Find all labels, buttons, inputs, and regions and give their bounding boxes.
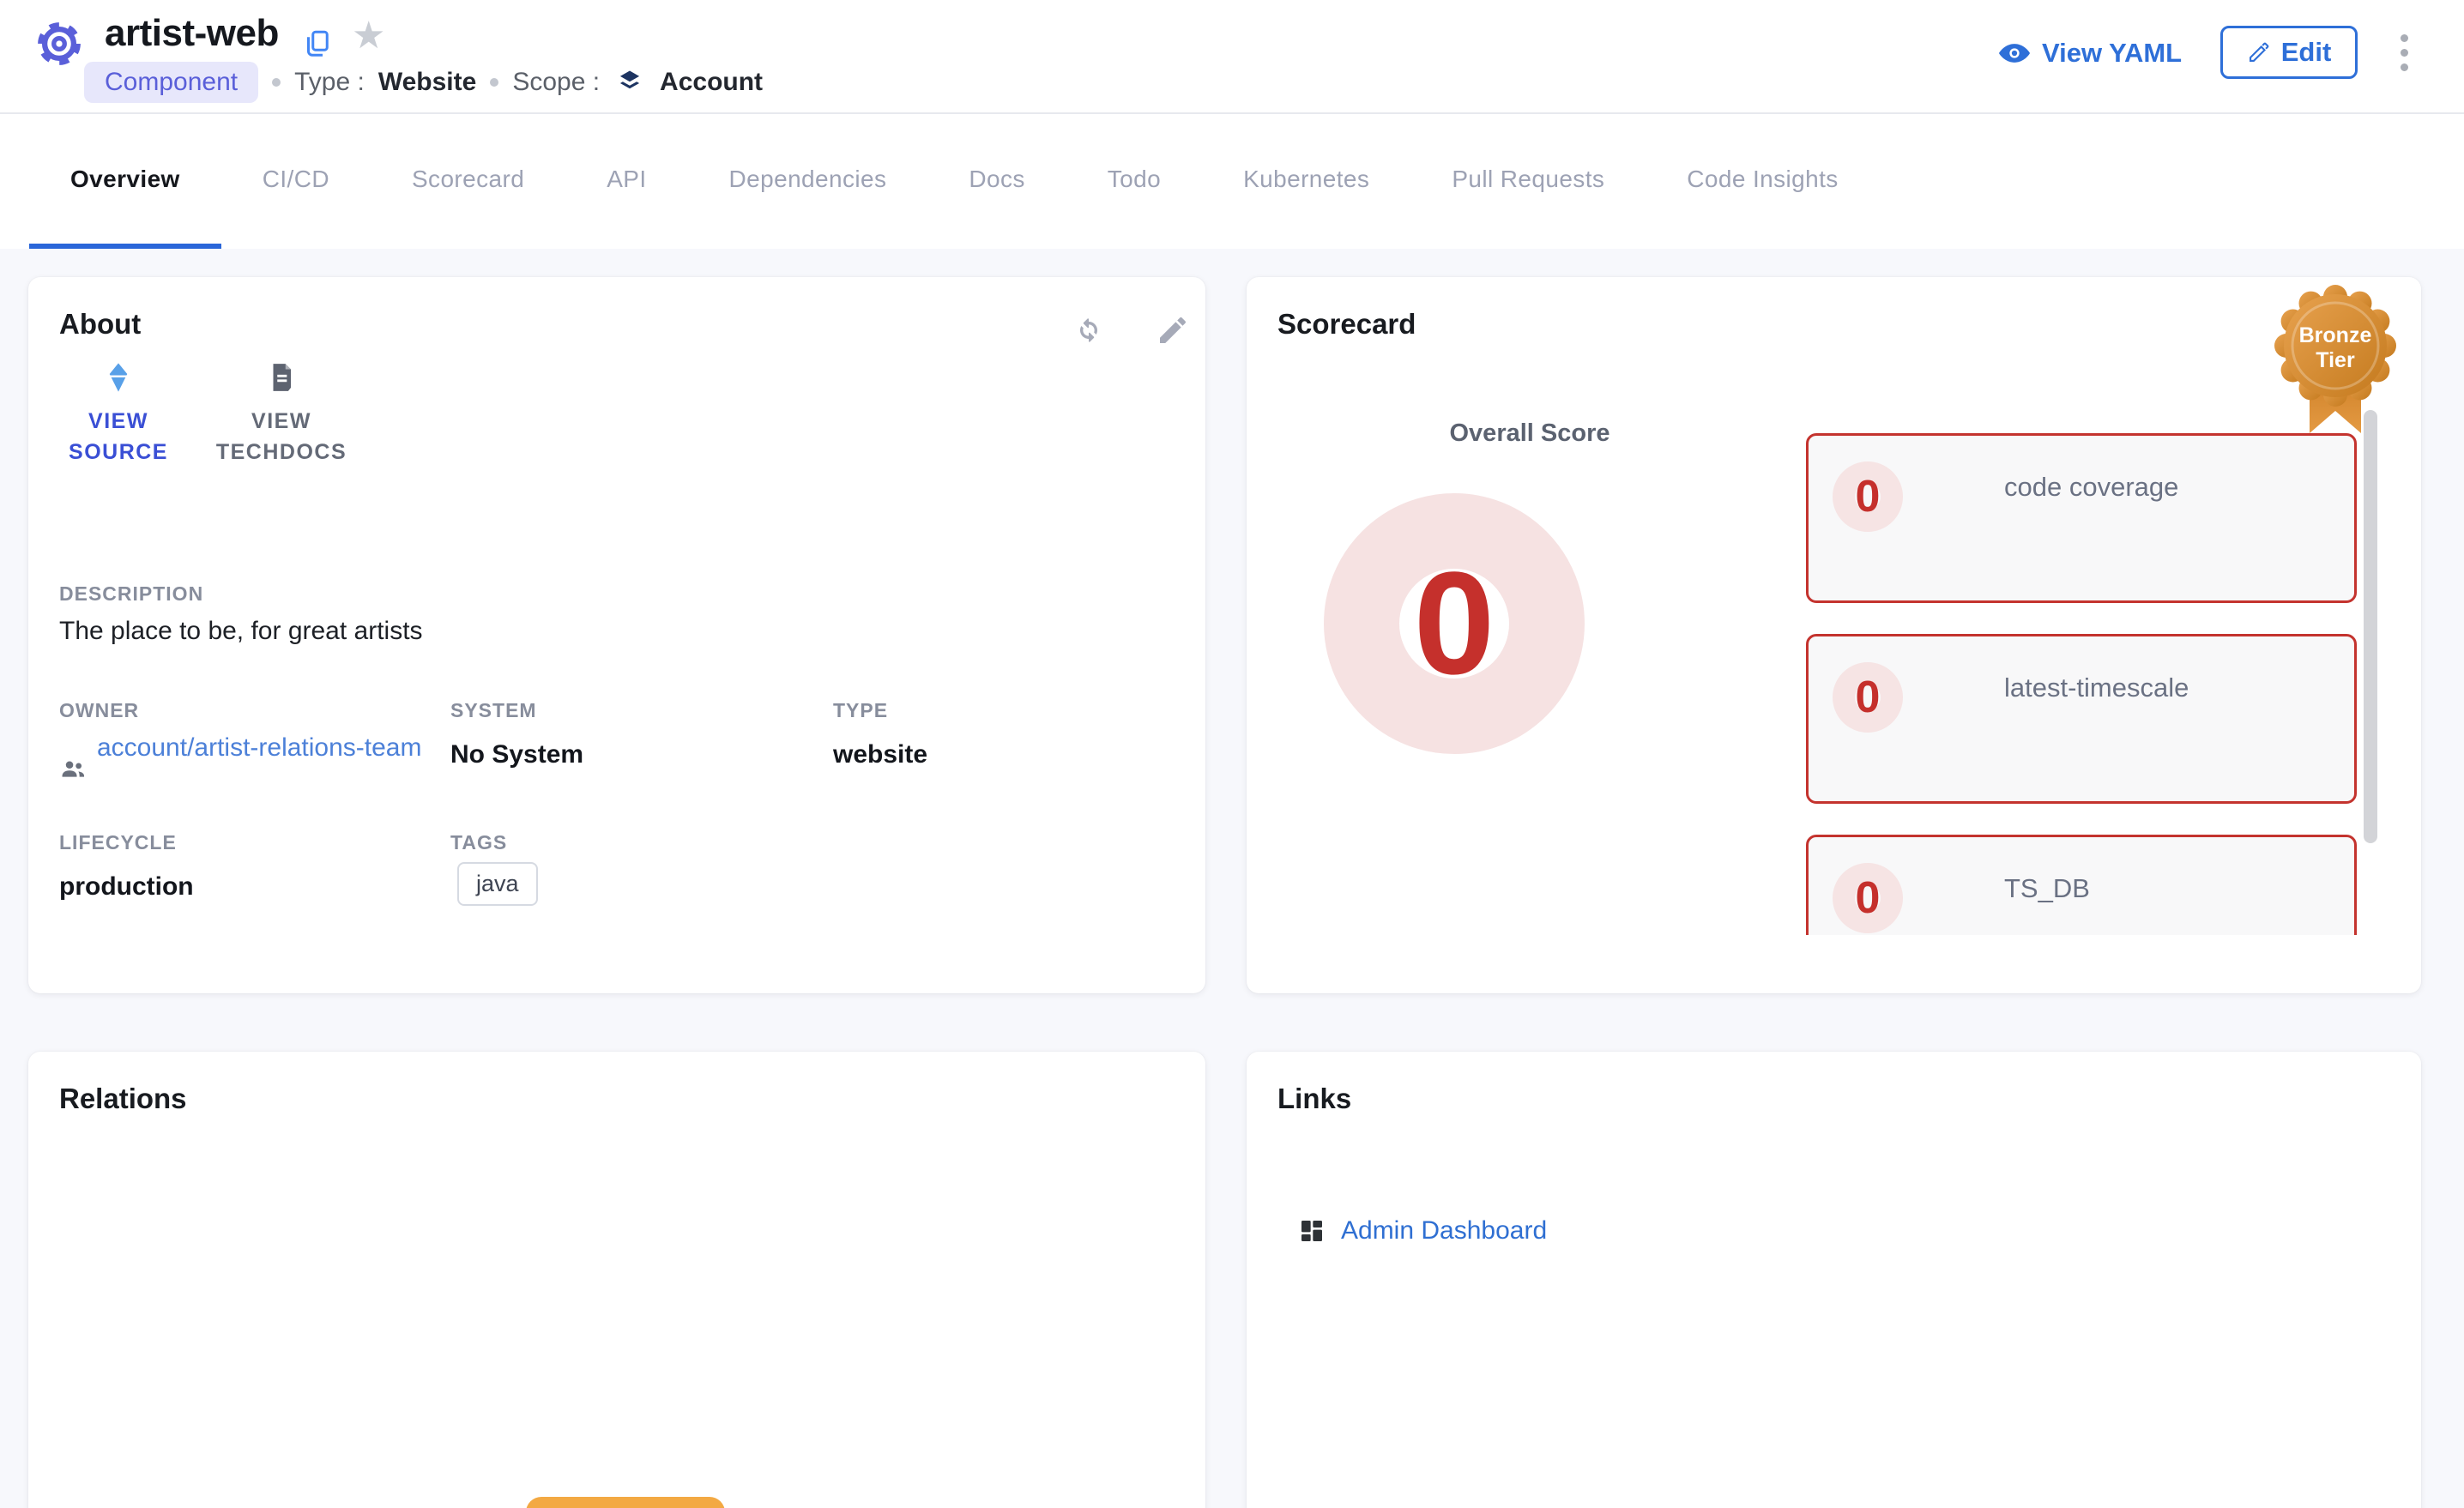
links-title: Links	[1277, 1083, 1351, 1115]
copy-icon[interactable]	[302, 27, 333, 63]
system-label: SYSTEM	[450, 699, 537, 722]
lifecycle-value: production	[59, 872, 194, 902]
page-header: artist-web ★ Component Type : Website Sc…	[0, 0, 2464, 114]
page-title: artist-web	[105, 12, 279, 55]
type-value: Website	[378, 68, 476, 97]
owner-value-row: account/artist-relations-team	[59, 730, 450, 783]
metric-donut: 0	[1833, 863, 1903, 933]
description-label: DESCRIPTION	[59, 582, 203, 606]
overall-score-donut: 0	[1324, 493, 1585, 754]
scorecard-title: Scorecard	[1277, 308, 1416, 341]
description-text: The place to be, for great artists	[59, 617, 423, 646]
metric-card-code-coverage[interactable]: 0 code coverage	[1806, 433, 2357, 603]
favorite-star-icon[interactable]: ★	[352, 17, 385, 55]
source-diamond-icon	[102, 361, 135, 394]
scope-value: Account	[660, 68, 763, 97]
relations-card: Relations	[28, 1052, 1205, 1508]
metric-label: code coverage	[2004, 472, 2178, 503]
about-title: About	[59, 308, 141, 341]
type-field-label: TYPE	[833, 699, 888, 722]
overall-score-label: Overall Score	[1401, 419, 1658, 448]
layers-icon	[613, 66, 646, 99]
tab-pull-requests[interactable]: Pull Requests	[1410, 114, 1646, 249]
entity-tabs: Overview CI/CD Scorecard API Dependencie…	[0, 114, 2464, 249]
link-label: Admin Dashboard	[1341, 1216, 1547, 1246]
tab-api[interactable]: API	[565, 114, 687, 249]
metric-value: 0	[1856, 672, 1881, 723]
relation-graph-node[interactable]	[526, 1497, 725, 1508]
tab-docs[interactable]: Docs	[927, 114, 1066, 249]
edit-label: Edit	[2281, 37, 2332, 68]
metric-card-latest-timescale[interactable]: 0 latest-timescale	[1806, 634, 2357, 804]
links-card: Links Admin Dashboard	[1247, 1052, 2421, 1508]
bronze-tier-badge: Bronze Tier	[2274, 284, 2398, 441]
component-gear-icon	[34, 19, 84, 73]
tab-dependencies[interactable]: Dependencies	[688, 114, 928, 249]
metric-label: latest-timescale	[2004, 673, 2189, 703]
group-people-icon	[59, 754, 88, 783]
tab-cicd[interactable]: CI/CD	[221, 114, 371, 249]
tab-overview[interactable]: Overview	[29, 114, 221, 249]
metric-value: 0	[1856, 471, 1881, 522]
link-row-admin-dashboard[interactable]: Admin Dashboard	[1298, 1216, 1547, 1246]
badge-line2: Tier	[2316, 348, 2355, 372]
metric-donut: 0	[1833, 461, 1903, 532]
badge-line1: Bronze	[2299, 323, 2372, 347]
scorecard-card: Scorecard Overall Score 0 0 code coverag…	[1247, 277, 2421, 993]
overall-score-value: 0	[1414, 540, 1495, 708]
tab-scorecard[interactable]: Scorecard	[371, 114, 565, 249]
type-label: Type :	[294, 68, 365, 97]
tags-label: TAGS	[450, 831, 507, 854]
document-icon	[265, 361, 298, 394]
metric-card-ts-db[interactable]: 0 TS_DB	[1806, 835, 2357, 935]
scope-label: Scope :	[512, 68, 600, 97]
relations-title: Relations	[59, 1083, 187, 1115]
tag-chip-java: java	[457, 862, 538, 906]
owner-label: OWNER	[59, 699, 139, 722]
tab-kubernetes[interactable]: Kubernetes	[1202, 114, 1410, 249]
more-options-kebab-menu[interactable]	[2395, 29, 2413, 76]
eye-icon	[1997, 36, 2032, 70]
dot-separator	[490, 78, 498, 87]
scorecard-metric-list: 0 code coverage 0 latest-timescale 0 TS_…	[1806, 433, 2357, 935]
dashboard-icon	[1298, 1217, 1326, 1245]
view-source-button[interactable]: VIEW SOURCE	[63, 361, 174, 468]
tab-code-insights[interactable]: Code Insights	[1646, 114, 1879, 249]
view-techdocs-button[interactable]: VIEW TECHDOCS	[208, 361, 354, 468]
entity-page: artist-web ★ Component Type : Website Sc…	[0, 0, 2464, 1508]
metric-label: TS_DB	[2004, 873, 2090, 904]
edit-button[interactable]: Edit	[2220, 26, 2358, 79]
about-card: About VIEW SOURCE	[28, 277, 1205, 993]
view-yaml-label: View YAML	[2042, 38, 2182, 69]
type-value-field: website	[833, 740, 927, 769]
pencil-icon	[2247, 40, 2271, 64]
view-yaml-button[interactable]: View YAML	[1997, 36, 2182, 70]
view-techdocs-label: VIEW TECHDOCS	[208, 406, 354, 468]
refresh-icon[interactable]	[1072, 313, 1106, 352]
lifecycle-label: LIFECYCLE	[59, 831, 177, 854]
tab-todo[interactable]: Todo	[1066, 114, 1202, 249]
system-value: No System	[450, 740, 583, 769]
dot-separator	[272, 78, 281, 87]
metric-donut: 0	[1833, 662, 1903, 733]
owner-link[interactable]: account/artist-relations-team	[97, 730, 450, 783]
view-source-label: VIEW SOURCE	[63, 406, 174, 468]
edit-pencil-icon[interactable]	[1156, 313, 1190, 352]
entity-meta-row: Component Type : Website Scope : Account	[84, 62, 763, 103]
kind-chip: Component	[84, 62, 258, 103]
metric-list-scrollbar[interactable]	[2364, 410, 2377, 843]
metric-value: 0	[1856, 872, 1881, 924]
